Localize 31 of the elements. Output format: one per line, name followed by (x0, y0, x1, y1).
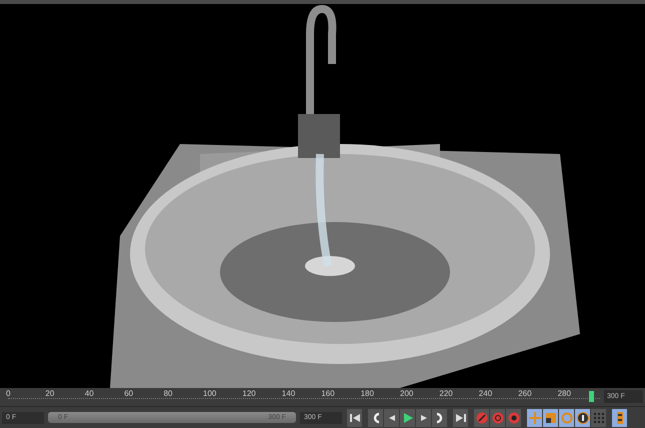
frame-label: 120 (242, 389, 256, 398)
grid-icon (592, 412, 604, 424)
frame-label: 20 (45, 389, 54, 398)
frame-label: 180 (360, 389, 374, 398)
scale-icon (544, 412, 556, 424)
frame-label: 40 (84, 389, 94, 398)
frame-label: 260 (518, 389, 532, 398)
first-button[interactable] (347, 408, 362, 426)
frame-label: 140 (282, 389, 296, 398)
playhead-marker[interactable] (589, 391, 594, 402)
play-button[interactable] (400, 408, 415, 426)
frame-label: 80 (164, 389, 172, 398)
frame-label: 160 (321, 389, 335, 398)
frame-label: 280 (558, 389, 571, 398)
scale-button[interactable] (543, 408, 558, 426)
frame-label: 100 (203, 389, 216, 398)
move-icon (528, 412, 540, 424)
rotate-icon (560, 412, 572, 424)
frame-label: 60 (124, 389, 134, 398)
frame-label: 200 (400, 389, 414, 398)
last-button[interactable] (453, 408, 468, 426)
fwd-button[interactable] (416, 408, 431, 426)
first-icon (348, 412, 360, 424)
move-button[interactable] (527, 408, 542, 426)
rotate-button[interactable] (559, 408, 574, 426)
last-icon (454, 412, 466, 424)
frame-label: 220 (439, 389, 453, 398)
frame-label: 0 (6, 389, 10, 398)
back-button[interactable] (384, 408, 399, 426)
play-icon (402, 412, 414, 424)
frame-label: 240 (478, 389, 492, 398)
